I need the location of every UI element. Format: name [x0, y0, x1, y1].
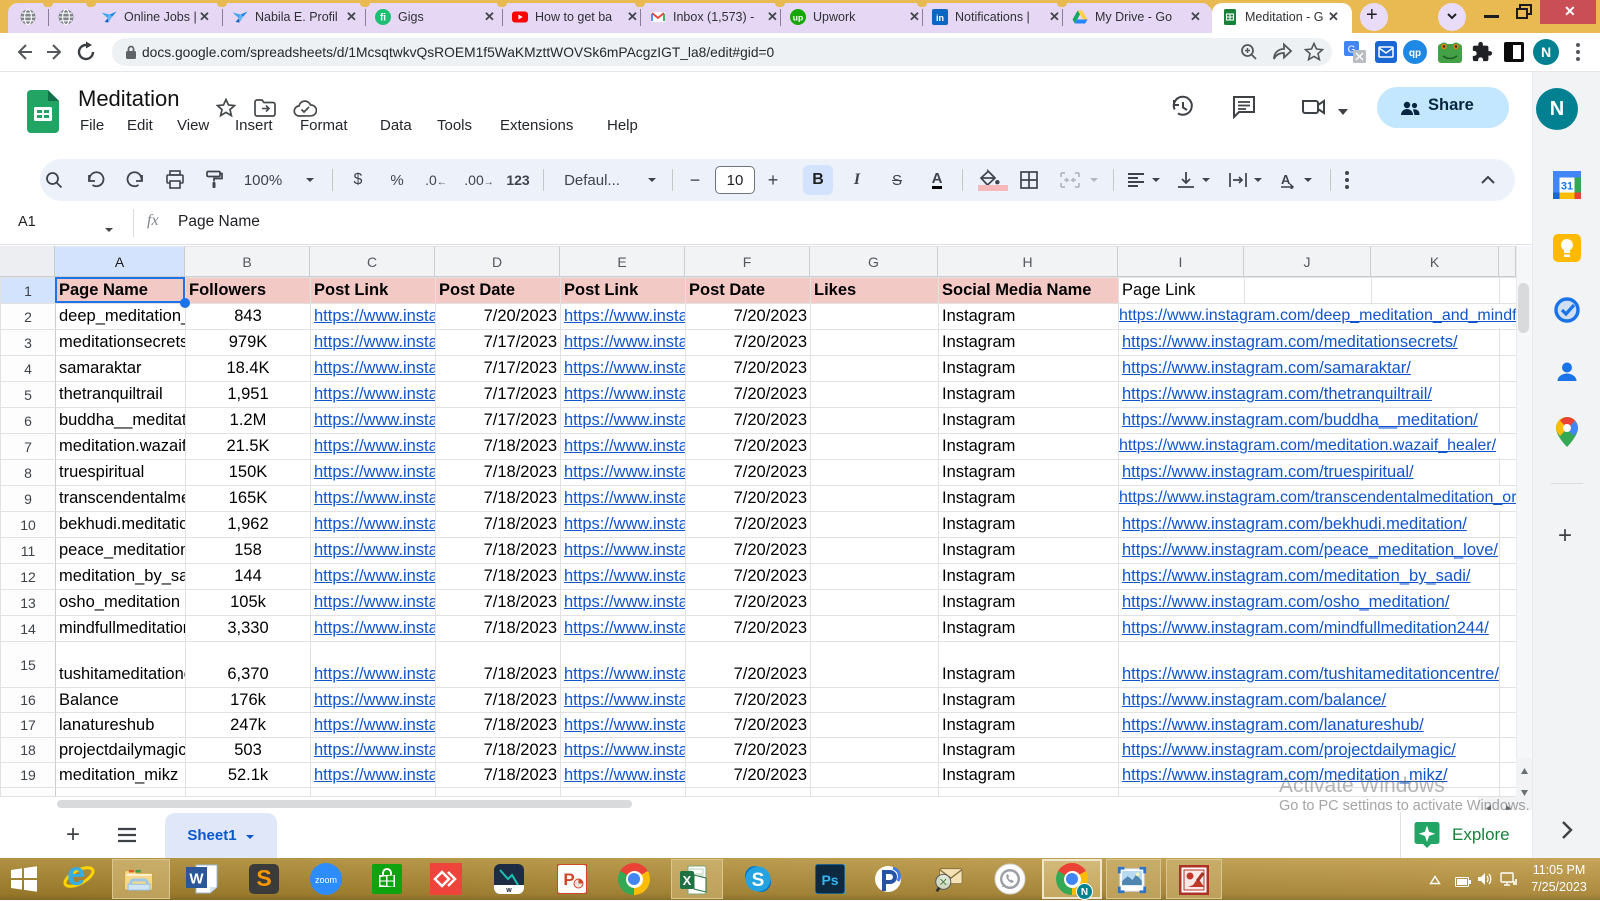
svg-text:Ps: Ps [821, 872, 838, 888]
svg-text:P: P [563, 870, 574, 889]
svg-text:zoom: zoom [315, 875, 337, 885]
svg-text:W: W [189, 871, 204, 888]
svg-text:X: X [683, 873, 692, 888]
svg-text:fi: fi [380, 13, 386, 24]
svg-text:in: in [936, 13, 944, 23]
svg-text:A: A [1281, 172, 1291, 187]
svg-text:S: S [752, 870, 765, 891]
svg-text:qp: qp [1409, 48, 1421, 59]
svg-text:31: 31 [1561, 181, 1573, 193]
svg-text:w: w [505, 887, 512, 894]
svg-text:up: up [793, 13, 803, 23]
